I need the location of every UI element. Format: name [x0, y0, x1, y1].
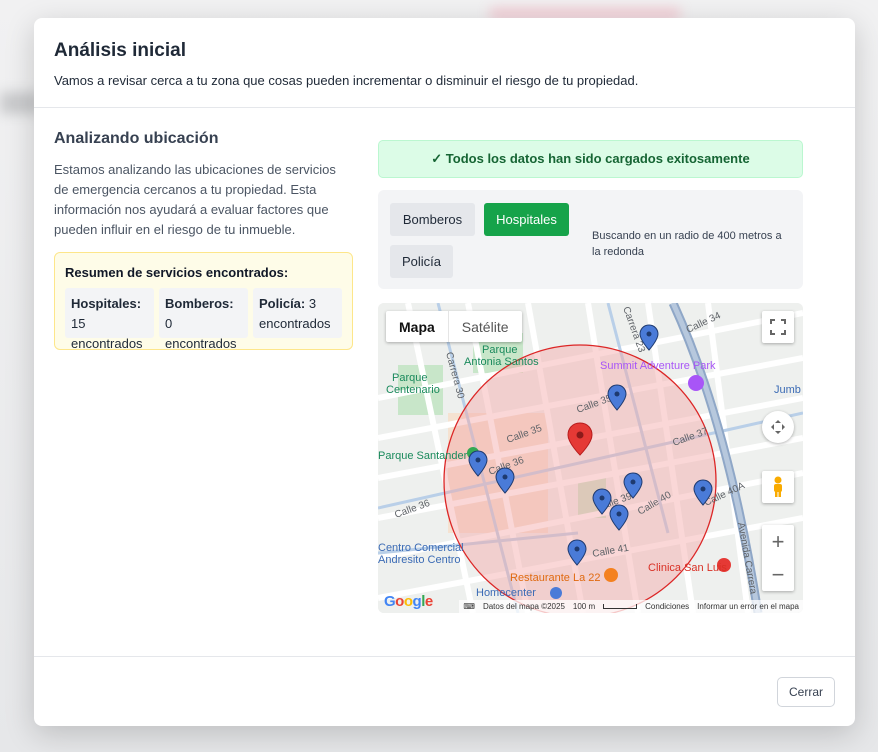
- svg-text:Clinica San Luis: Clinica San Luis: [648, 562, 727, 574]
- filter-hospitales-button[interactable]: Hospitales: [484, 203, 569, 236]
- svg-text:Parque: Parque: [392, 372, 427, 384]
- analysis-modal: Análisis inicial Vamos a revisar cerca a…: [34, 18, 855, 726]
- success-banner: ✓ Todos los datos han sido cargados exit…: [378, 140, 803, 178]
- svg-text:Restaurante La 22: Restaurante La 22: [510, 572, 601, 584]
- map-terms-link[interactable]: Condiciones: [645, 602, 689, 611]
- street-view-pegman-icon[interactable]: [762, 471, 794, 503]
- summary-firefighters: Bomberos: 0 encontrados: [159, 288, 248, 351]
- restaurant-icon: [604, 568, 618, 582]
- summary-label: Policía:: [259, 296, 306, 311]
- filter-bomberos-button[interactable]: Bomberos: [390, 203, 475, 236]
- summary-title: Resumen de servicios encontrados:: [65, 265, 289, 280]
- map-data-credit: Datos del mapa ©2025: [482, 602, 565, 611]
- summary-suffix: encontrados: [259, 316, 331, 331]
- zoom-in-icon[interactable]: +: [762, 525, 794, 558]
- fullscreen-icon[interactable]: [762, 311, 794, 343]
- map-canvas[interactable]: Calle 34 Calle 35 Calle 36 Calle 37 Call…: [378, 303, 803, 613]
- analysis-title: Analizando ubicación: [54, 130, 219, 147]
- summary-label: Bomberos:: [165, 296, 234, 311]
- svg-text:Jumb: Jumb: [774, 384, 801, 396]
- svg-text:Centenario: Centenario: [386, 384, 440, 396]
- summary-hospitals: Hospitales: 15 encontrados: [65, 288, 154, 351]
- map-type-control: Mapa Satélite: [386, 311, 522, 342]
- map-report-link[interactable]: Informar un error en el mapa: [697, 602, 799, 611]
- summary-suffix: encontrados: [165, 336, 237, 351]
- modal-header: Análisis inicial Vamos a revisar cerca a…: [34, 18, 855, 108]
- svg-text:Summit Adventure Park: Summit Adventure Park: [600, 360, 716, 372]
- summary-suffix: encontrados: [71, 336, 143, 351]
- close-button[interactable]: Cerrar: [777, 677, 835, 707]
- summary-police: Policía: 3 encontrados: [253, 288, 342, 338]
- radius-note: Buscando en un radio de 400 metros a la …: [592, 230, 782, 258]
- summary-value: 3: [308, 296, 317, 311]
- camera-control-icon[interactable]: [762, 411, 794, 443]
- google-logo: Google: [384, 593, 433, 610]
- summary-cards: Hospitales: 15 encontrados Bomberos: 0 e…: [65, 288, 342, 351]
- zoom-out-icon[interactable]: −: [762, 558, 794, 591]
- filter-policia-button[interactable]: Policía: [390, 245, 453, 278]
- keyboard-shortcuts-icon[interactable]: ⌨: [463, 602, 475, 611]
- svg-text:Andresito Centro: Andresito Centro: [378, 554, 461, 566]
- summary-label: Hospitales:: [71, 296, 142, 311]
- analysis-description: Estamos analizando las ubicaciones de se…: [54, 162, 336, 237]
- map-type-satelite[interactable]: Satélite: [447, 311, 522, 342]
- svg-text:Homecenter: Homecenter: [476, 587, 536, 599]
- analysis-panel: Analizando ubicación Estamos analizando …: [54, 130, 354, 351]
- summary-value: 0: [165, 316, 173, 331]
- shop-icon: [550, 587, 562, 599]
- services-summary: Resumen de servicios encontrados: Hospit…: [54, 252, 353, 351]
- service-filters: Bomberos Hospitales Policía Buscando en …: [378, 190, 803, 289]
- attraction-icon: [688, 375, 704, 391]
- map-view[interactable]: Calle 34 Calle 35 Calle 36 Calle 37 Call…: [378, 303, 803, 613]
- svg-text:Parque Santander: Parque Santander: [378, 450, 468, 462]
- modal-footer: Cerrar: [34, 656, 855, 726]
- map-panel: ✓ Todos los datos han sido cargados exit…: [378, 140, 803, 613]
- svg-text:Antonia Santos: Antonia Santos: [464, 356, 539, 368]
- map-scale-bar: [603, 604, 638, 609]
- zoom-control: + −: [762, 525, 794, 591]
- map-scale[interactable]: 100 m: [573, 602, 595, 611]
- svg-text:Centro Comercial: Centro Comercial: [378, 542, 464, 554]
- map-attribution: ⌨ Datos del mapa ©2025 100 m Condiciones…: [459, 600, 803, 613]
- map-type-mapa[interactable]: Mapa: [386, 311, 448, 342]
- summary-value: 15: [71, 316, 86, 331]
- modal-title: Análisis inicial: [54, 40, 186, 61]
- modal-subtitle: Vamos a revisar cerca a tu zona que cosa…: [54, 73, 639, 88]
- svg-text:Parque: Parque: [482, 344, 517, 356]
